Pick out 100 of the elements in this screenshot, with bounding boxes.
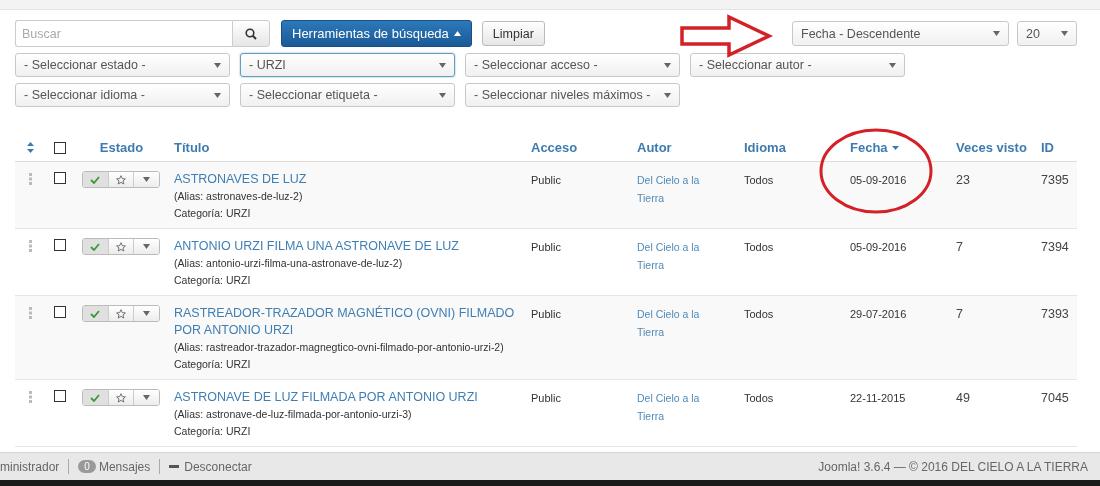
id-text: 7395: [1041, 173, 1069, 187]
column-header[interactable]: Idioma: [744, 140, 786, 155]
actions-dropdown-button[interactable]: [133, 390, 159, 405]
user-link[interactable]: ministrador: [0, 459, 60, 474]
hits-count: 7: [956, 240, 963, 254]
search-field[interactable]: Buscar: [15, 20, 232, 47]
row-checkbox[interactable]: [54, 390, 66, 402]
row-checkbox[interactable]: [54, 172, 66, 184]
alias-text: (Alias: rastreador-trazador-magnegtico-ovni-filmado-por-antonio-urzi-2): [174, 340, 505, 355]
caret-icon: [1061, 31, 1068, 36]
category-text: Categoría: URZI: [174, 424, 251, 439]
article-title-link[interactable]: RASTREADOR-TRAZADOR MAGNÉTICO (OVNI) FILMADO POR ANTONIO URZI: [174, 305, 521, 339]
access-text: Public: [531, 392, 561, 404]
row-checkbox[interactable]: [54, 306, 66, 318]
limit-select[interactable]: 20: [1017, 21, 1077, 46]
date-text: 05-09-2016: [850, 174, 907, 186]
featured-toggle[interactable]: [107, 239, 134, 254]
caret-icon: [453, 31, 461, 36]
featured-toggle[interactable]: [107, 172, 134, 187]
column-header[interactable]: Veces visto: [956, 140, 1027, 155]
hits-count: 7: [956, 307, 963, 321]
column-header[interactable]: Título: [174, 140, 210, 155]
id-text: 7045: [1041, 391, 1069, 405]
publish-toggle[interactable]: [83, 172, 108, 187]
search-icon: [245, 27, 257, 40]
column-header[interactable]: Fecha: [850, 140, 899, 155]
caret-icon: [439, 92, 446, 98]
author-link[interactable]: Del Cielo a la Tierra: [637, 305, 717, 341]
caret-icon: [214, 92, 221, 98]
publish-toggle[interactable]: [83, 306, 108, 321]
filter-select[interactable]: - Seleccionar estado -: [15, 53, 230, 77]
sort-icon[interactable]: [26, 142, 34, 153]
search-button[interactable]: [232, 20, 270, 47]
article-title-link[interactable]: ASTRONAVES DE LUZ: [174, 171, 521, 188]
drag-handle-icon[interactable]: [28, 391, 32, 403]
caret-icon: [664, 62, 671, 68]
messages-link[interactable]: Mensajes: [98, 459, 151, 474]
filter-select[interactable]: - Seleccionar etiqueta -: [240, 83, 455, 107]
date-text: 05-09-2016: [850, 241, 907, 253]
footer-copyright: Joomla! 3.6.4 — © 2016 DEL CIELO A LA TIERRA: [818, 459, 1088, 474]
check-icon: [90, 309, 101, 318]
language-text: Todos: [744, 241, 774, 253]
search-tools-button[interactable]: Herramientas de búsqueda: [281, 20, 472, 47]
select-all-checkbox[interactable]: [54, 142, 66, 154]
column-header[interactable]: ID: [1041, 140, 1054, 155]
actions-dropdown-button[interactable]: [133, 306, 159, 321]
date-text: 29-07-2016: [850, 308, 907, 320]
minus-icon: [169, 465, 180, 468]
featured-toggle[interactable]: [107, 306, 134, 321]
drag-handle-icon[interactable]: [28, 307, 32, 319]
row-checkbox[interactable]: [54, 239, 66, 251]
caret-icon: [214, 62, 221, 68]
filter-select[interactable]: - Seleccionar niveles máximos -: [465, 83, 680, 107]
caret-icon: [993, 31, 1000, 36]
caret-icon: [143, 244, 151, 249]
author-link[interactable]: Del Cielo a la Tierra: [637, 171, 717, 207]
date-text: 22-11-2015: [850, 392, 906, 404]
access-text: Public: [531, 174, 561, 186]
caret-icon: [439, 62, 446, 68]
language-text: Todos: [744, 392, 774, 404]
column-header[interactable]: Estado: [99, 140, 144, 155]
filter-select[interactable]: - Seleccionar autor -: [690, 53, 905, 77]
check-icon: [90, 175, 101, 184]
check-icon: [90, 393, 101, 402]
ordering-select[interactable]: Fecha - Descendente: [792, 21, 1009, 46]
category-text: Categoría: URZI: [174, 273, 251, 288]
star-icon: [116, 308, 126, 319]
logout-link[interactable]: Desconectar: [184, 459, 252, 474]
hits-count: 23: [956, 173, 970, 187]
column-header[interactable]: Autor: [637, 140, 672, 155]
actions-dropdown-button[interactable]: [133, 239, 159, 254]
access-text: Public: [531, 308, 561, 320]
author-link[interactable]: Del Cielo a la Tierra: [637, 238, 717, 274]
filter-select[interactable]: - Seleccionar idioma -: [15, 83, 230, 107]
hits-count: 49: [956, 391, 970, 405]
alias-text: (Alias: antonio-urzi-filma-una-astronave-de-luz-2): [174, 256, 404, 271]
publish-toggle[interactable]: [83, 239, 108, 254]
category-text: Categoría: URZI: [174, 206, 251, 221]
id-text: 7394: [1041, 240, 1069, 254]
article-title-link[interactable]: ASTRONAVE DE LUZ FILMADA POR ANTONIO URZI: [174, 389, 521, 406]
language-text: Todos: [744, 174, 774, 186]
access-text: Public: [531, 241, 561, 253]
sort-caret-icon: [891, 145, 899, 150]
language-text: Todos: [744, 308, 774, 320]
drag-handle-icon[interactable]: [28, 173, 32, 185]
article-title-link[interactable]: ANTONIO URZI FILMA UNA ASTRONAVE DE LUZ: [174, 238, 521, 255]
alias-text: (Alias: astronaves-de-luz-2): [174, 189, 304, 204]
id-text: 7393: [1041, 307, 1069, 321]
publish-toggle[interactable]: [83, 390, 108, 405]
featured-toggle[interactable]: [107, 390, 134, 405]
filter-select[interactable]: - Seleccionar acceso -: [465, 53, 680, 77]
author-link[interactable]: Del Cielo a la Tierra: [637, 389, 717, 425]
caret-icon: [143, 177, 151, 182]
filter-select[interactable]: - URZI: [240, 53, 455, 77]
actions-dropdown-button[interactable]: [133, 172, 159, 187]
column-header[interactable]: Acceso: [531, 140, 578, 155]
clear-button[interactable]: Limpiar: [481, 21, 545, 46]
alias-text: (Alias: astronave-de-luz-filmada-por-antonio-urzi-3): [174, 407, 413, 422]
star-icon: [116, 174, 126, 185]
drag-handle-icon[interactable]: [28, 240, 32, 252]
